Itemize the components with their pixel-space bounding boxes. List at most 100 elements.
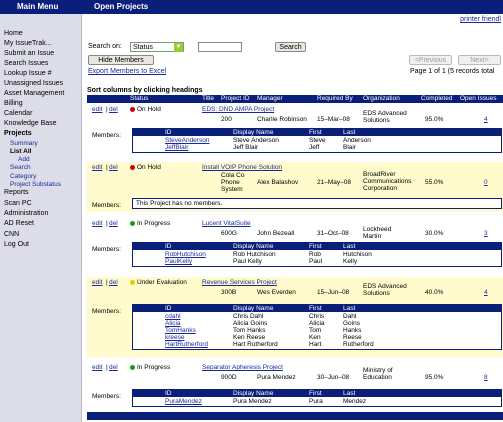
organization-line1: EDS Advanced [363,283,407,290]
member-last: Mendez [343,398,367,405]
export-members-link[interactable]: Export Members to Excel [88,68,166,75]
next-button[interactable]: Next> [458,55,501,65]
sidebar-item-category[interactable]: Category [10,173,36,180]
sidebar-item-my-issuetrak[interactable]: My IssueTrak... [4,40,52,47]
no-members-message: This Project has no members. [132,198,502,209]
open-issues-link[interactable]: 8 [484,374,488,381]
header-completed[interactable]: Completed [421,95,452,102]
member-id-link[interactable]: RobHutchison [165,251,206,258]
sidebar-item-calendar[interactable]: Calendar [4,110,32,117]
table-row: edit | del Under Evaluation Revenue Services… [87,277,503,357]
status-cell: Under Evaluation [130,279,187,286]
member-first: Ken [309,334,321,341]
sidebar-item-submit-an-issue[interactable]: Submit an Issue [4,50,54,57]
member-last: Blair [343,144,357,151]
member-header: Last [343,129,356,136]
member-id-link[interactable]: cdahl [165,313,181,320]
del-link[interactable]: del [109,106,118,113]
sidebar-item-list-all[interactable]: List All [10,148,31,155]
member-id-link[interactable]: HartRutherford [165,341,208,348]
member-display-name: Hart Rutherford [233,341,278,348]
sidebar-item-lookup-issue[interactable]: Lookup Issue # [4,70,51,77]
del-link[interactable]: del [109,279,118,286]
manager: Wes Everden [257,289,296,296]
member-id-link[interactable]: SteveAnderson [165,137,209,144]
edit-link[interactable]: edit [92,364,102,371]
hide-members-button[interactable]: Hide Members [88,55,154,65]
project-title-link[interactable]: Install VOIP Phone Solution [202,164,282,171]
search-on-select[interactable]: Status ▼ [130,42,184,52]
sidebar-item-search-issues[interactable]: Search Issues [4,60,48,67]
sidebar-item-knowledge-base[interactable]: Knowledge Base [4,120,57,127]
sidebar-item-cnn[interactable]: CNN [4,231,19,238]
member-id-link[interactable]: Alicia [165,320,181,327]
sidebar-item-project-substatus[interactable]: Project Substatus [10,181,61,188]
sidebar-item-reports[interactable]: Reports [4,189,29,196]
member-first: Alicia [309,320,325,327]
member-id-link[interactable]: JeffBlair [165,144,188,151]
sidebar-item-add[interactable]: Add [18,156,30,163]
project-id: 900D [221,374,237,381]
member-header: Display Name [233,243,274,250]
member-header: Last [343,243,356,250]
member-header: First [309,243,322,250]
member-id-link[interactable]: TomHanks [165,327,196,334]
members-table-header: ID Display Name First Last [133,305,501,312]
sidebar-item-home[interactable]: Home [4,30,23,37]
project-title-link[interactable]: Revenue Services Project [202,279,277,286]
edit-link[interactable]: edit [92,106,102,113]
del-link[interactable]: del [109,164,118,171]
header-project-id[interactable]: Project ID [221,95,250,102]
header-required-by[interactable]: Required By [317,95,353,102]
sort-hint: Sort columns by clicking headings [87,87,203,94]
open-issues-link[interactable]: 4 [484,116,488,123]
member-first: Chris [309,313,325,320]
table-row: edit | del On Hold EDS: DND AMPA Project 200 C… [87,104,503,156]
edit-link[interactable]: edit [92,279,102,286]
search-on-value: Status [133,44,153,51]
search-button[interactable]: Search [275,42,306,52]
project-title-link[interactable]: Separator Apheresis Project [202,364,283,371]
edit-link[interactable]: edit [92,220,102,227]
project-title-link[interactable]: Lucent VitalSuite [202,220,251,227]
open-issues-link[interactable]: 3 [484,230,488,237]
member-id-link[interactable]: PuraMendez [165,398,202,405]
sidebar-item-projects[interactable]: Projects [4,130,32,137]
sidebar-item-log-out[interactable]: Log Out [4,241,29,248]
sidebar-item-ad-reset[interactable]: AD Reset [4,220,34,227]
members-table: ID Display Name First Last cdahl Chris Dahl Ch… [132,304,502,350]
header-status[interactable]: Status [130,95,148,102]
status-dot-icon [130,364,135,370]
sidebar-item-summary[interactable]: Summary [10,140,38,147]
edit-link[interactable]: edit [92,164,102,171]
project-title-link[interactable]: EDS: DND AMPA Project [202,106,274,113]
header-title[interactable]: Title [202,95,214,102]
header-manager[interactable]: Manager [257,95,283,102]
sidebar-item-scan-pc[interactable]: Scan PC [4,200,32,207]
manager: John Bezeall [257,230,295,237]
search-input[interactable] [198,42,242,52]
sidebar-item-administration[interactable]: Administration [4,210,48,217]
header-organization[interactable]: Organization [363,95,400,102]
member-id-link[interactable]: PaulKelly [165,258,192,265]
del-link[interactable]: del [109,220,118,227]
table-footer [87,412,503,420]
open-issues-link[interactable]: 0 [484,179,488,186]
open-issues-link[interactable]: 4 [484,289,488,296]
members-label: Members: [92,393,121,400]
status-dot-icon [130,220,135,226]
sidebar-item-unassigned-issues[interactable]: Unassigned Issues [4,80,63,87]
member-header: Last [343,390,356,397]
sidebar-item-billing[interactable]: Billing [4,100,23,107]
organization-line3: Corporation [363,185,397,192]
member-header: ID [165,129,172,136]
printer-friendly-link[interactable]: printer friendl [460,16,501,23]
sidebar-item-asset-management[interactable]: Asset Management [4,90,64,97]
del-link[interactable]: del [109,364,118,371]
sidebar-item-search[interactable]: Search [10,164,31,171]
member-first: Pura [309,398,323,405]
header-open-issues[interactable]: Open Issues [460,95,497,102]
member-id-link[interactable]: kreese [165,334,185,341]
project-id: 600G [221,230,237,237]
previous-button[interactable]: <Previous [409,55,452,65]
